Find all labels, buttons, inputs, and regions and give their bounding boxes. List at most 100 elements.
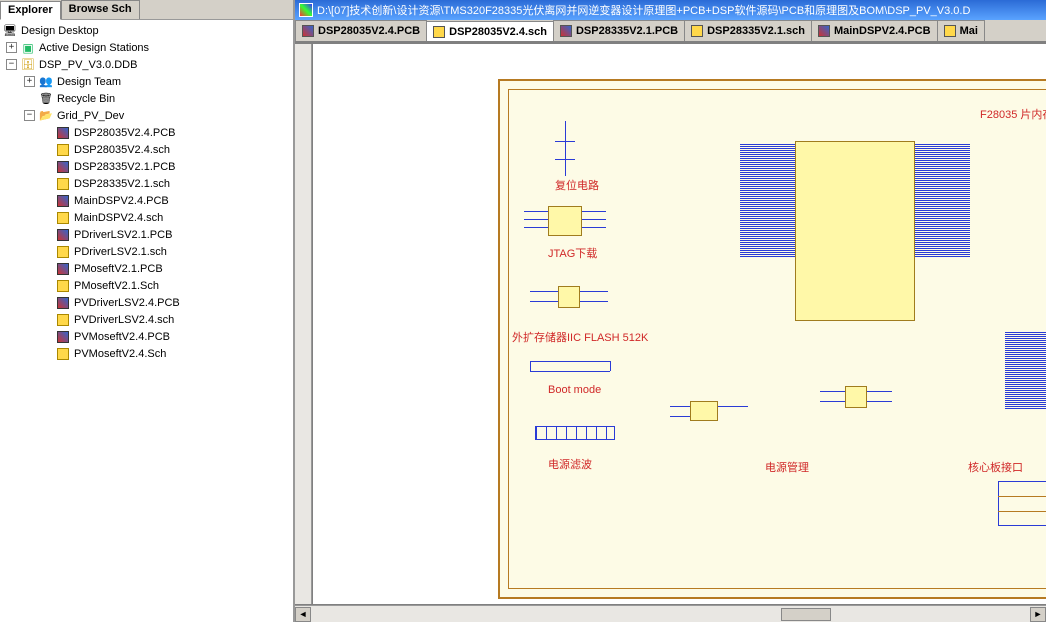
horizontal-scrollbar[interactable]: ◄ ► <box>295 605 1046 622</box>
left-tabs: Explorer Browse Sch <box>0 0 293 20</box>
tree-file[interactable]: PDriverLSV2.1.sch <box>0 243 293 260</box>
tree-file[interactable]: PVDriverLSV2.4.sch <box>0 311 293 328</box>
schematic-canvas[interactable]: F28035 片内存储器RAM:10K*16位，FLASH: 64K*16位 复… <box>313 44 1046 604</box>
wire <box>555 159 575 160</box>
wire <box>580 301 608 302</box>
tree-ddb-label: DSP_PV_V3.0.DDB <box>39 59 137 71</box>
tree-file-label: PVDriverLSV2.4.PCB <box>74 297 180 309</box>
wire <box>530 301 558 302</box>
schematic-canvas-wrap: F28035 片内存储器RAM:10K*16位，FLASH: 64K*16位 复… <box>295 42 1046 622</box>
tree-root[interactable]: Design Desktop <box>0 22 293 39</box>
wire <box>524 219 548 220</box>
pcb-icon <box>55 228 71 242</box>
pwr-chip1 <box>690 401 718 421</box>
wire <box>530 361 531 371</box>
wire <box>820 401 845 402</box>
doc-tab[interactable]: DSP28335V2.1.PCB <box>553 20 685 41</box>
pwr-chip2 <box>845 386 867 408</box>
tab-browse-sch[interactable]: Browse Sch <box>61 0 140 19</box>
tree-file-label: MainDSPV2.4.sch <box>74 212 163 224</box>
expander-icon[interactable]: − <box>6 59 17 70</box>
label-memory: F28035 片内存储器RAM:10K*16位，FLASH: 64K*16位 <box>980 106 1046 122</box>
doc-tab[interactable]: DSP28335V2.1.sch <box>684 20 812 41</box>
tree-file[interactable]: DSP28035V2.4.PCB <box>0 124 293 141</box>
doc-tab[interactable]: MainDSPV2.4.PCB <box>811 20 938 41</box>
scroll-right-icon[interactable]: ► <box>1030 607 1046 622</box>
stations-icon <box>20 41 36 55</box>
document-path: D:\[07]技术创新\设计资源\TMS320F28335光伏离网并网逆变器设计… <box>317 2 970 18</box>
tree-file-label: PDriverLSV2.1.sch <box>74 246 167 258</box>
expander-icon[interactable]: − <box>24 110 35 121</box>
doc-tab[interactable]: Mai <box>937 20 985 41</box>
team-icon <box>38 75 54 89</box>
wire <box>867 391 892 392</box>
pcb-icon <box>302 25 314 37</box>
mcu-chip <box>795 141 915 321</box>
pcb-icon <box>55 330 71 344</box>
tree-folder[interactable]: − Grid_PV_Dev <box>0 107 293 124</box>
sch-icon <box>55 279 71 293</box>
tree-file[interactable]: DSP28335V2.1.sch <box>0 175 293 192</box>
sch-icon <box>55 211 71 225</box>
tree-recycle-label: Recycle Bin <box>57 93 115 105</box>
tree-file[interactable]: MainDSPV2.4.PCB <box>0 192 293 209</box>
tree-file-label: PVMoseftV2.4.PCB <box>74 331 170 343</box>
tree-file[interactable]: DSP28335V2.1.PCB <box>0 158 293 175</box>
tree-team[interactable]: + Design Team <box>0 73 293 90</box>
sch-icon <box>55 347 71 361</box>
tree-file[interactable]: PVMoseftV2.4.Sch <box>0 345 293 362</box>
title-block-line <box>998 511 1046 512</box>
scroll-left-icon[interactable]: ◄ <box>295 607 311 622</box>
tree-root-label: Design Desktop <box>21 25 99 37</box>
tree-file-label: PMoseftV2.1.Sch <box>74 280 159 292</box>
label-core-conn: 核心板接口 <box>968 459 1023 475</box>
sch-icon <box>55 313 71 327</box>
tree-file[interactable]: DSP28035V2.4.sch <box>0 141 293 158</box>
tree-file[interactable]: PVMoseftV2.4.PCB <box>0 328 293 345</box>
vertical-ruler <box>295 44 312 604</box>
wire <box>524 211 548 212</box>
design-tree[interactable]: Design Desktop + Active Design Stations … <box>0 20 293 622</box>
wire <box>580 291 608 292</box>
design-area: D:\[07]技术创新\设计资源\TMS320F28335光伏离网并网逆变器设计… <box>295 0 1046 622</box>
doc-tab-label: DSP28035V2.4.PCB <box>318 25 420 37</box>
tree-file[interactable]: MainDSPV2.4.sch <box>0 209 293 226</box>
tree-file[interactable]: PMoseftV2.1.PCB <box>0 260 293 277</box>
tree-file[interactable]: PDriverLSV2.1.PCB <box>0 226 293 243</box>
wire <box>820 391 845 392</box>
wire <box>718 406 748 407</box>
expander-icon[interactable]: + <box>6 42 17 53</box>
doc-tab[interactable]: DSP28035V2.4.PCB <box>295 20 427 41</box>
schematic-sheet: F28035 片内存储器RAM:10K*16位，FLASH: 64K*16位 复… <box>498 79 1046 599</box>
title-block-line <box>998 496 1046 497</box>
scroll-thumb[interactable] <box>781 608 831 621</box>
document-title-bar: D:\[07]技术创新\设计资源\TMS320F28335光伏离网并网逆变器设计… <box>295 0 1046 20</box>
tree-ddb[interactable]: − DSP_PV_V3.0.DDB <box>0 56 293 73</box>
tree-file[interactable]: PVDriverLSV2.4.PCB <box>0 294 293 311</box>
wire <box>670 416 690 417</box>
tree-file[interactable]: PMoseftV2.1.Sch <box>0 277 293 294</box>
tree-file-label: MainDSPV2.4.PCB <box>74 195 169 207</box>
power-filter-block <box>535 426 615 440</box>
doc-tab-label: DSP28335V2.1.sch <box>707 25 805 37</box>
sch-icon <box>55 143 71 157</box>
tab-explorer[interactable]: Explorer <box>0 1 61 20</box>
label-ext-flash: 外扩存储器IIC FLASH 512K <box>512 329 648 345</box>
doc-tab[interactable]: DSP28035V2.4.sch <box>426 21 554 42</box>
sch-icon <box>55 177 71 191</box>
pcb-icon <box>55 126 71 140</box>
tree-stations[interactable]: + Active Design Stations <box>0 39 293 56</box>
wire <box>530 291 558 292</box>
tree-recycle[interactable]: Recycle Bin <box>0 90 293 107</box>
mcu-pins-right <box>915 143 970 319</box>
folder-icon <box>38 109 54 123</box>
tree-file-label: PVDriverLSV2.4.sch <box>74 314 174 326</box>
tree-file-label: PVMoseftV2.4.Sch <box>74 348 166 360</box>
sch-icon <box>944 25 956 37</box>
explorer-panel: Explorer Browse Sch Design Desktop + Act… <box>0 0 295 622</box>
pcb-icon <box>55 296 71 310</box>
expander-icon[interactable]: + <box>24 76 35 87</box>
wire <box>582 211 606 212</box>
wire <box>555 141 575 142</box>
tree-file-label: PMoseftV2.1.PCB <box>74 263 163 275</box>
